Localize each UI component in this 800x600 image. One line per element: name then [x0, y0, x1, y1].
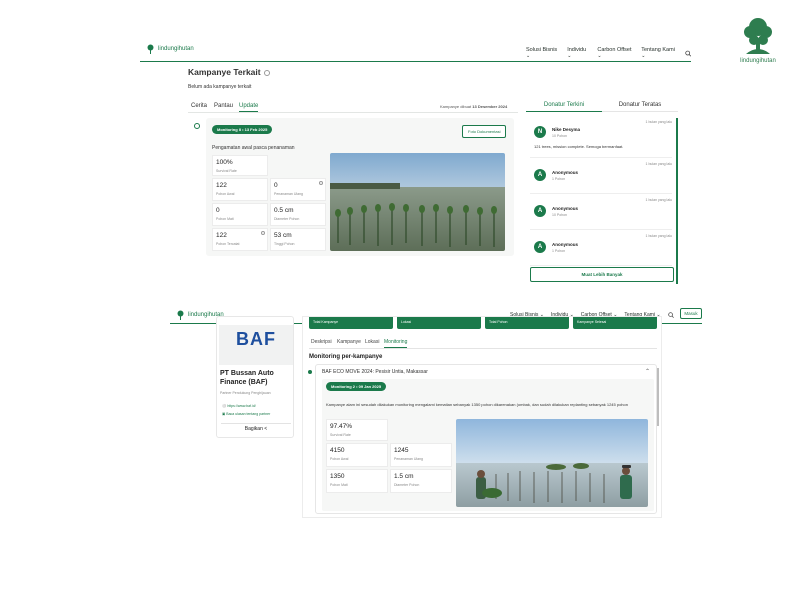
coastal-planting-photo[interactable]: [456, 419, 648, 507]
nav-item-carbon-offset[interactable]: Carbon Offset: [597, 47, 633, 59]
search-icon[interactable]: [667, 312, 674, 318]
stat-chip-lokasi: Lokasi: [397, 317, 481, 329]
share-icon: <: [264, 426, 268, 432]
stat-chip-total-pohon: Total Pohon: [485, 317, 569, 329]
nav-item-solusi-bisnis[interactable]: Solusi Bisnis: [526, 47, 559, 59]
chevron-up-icon[interactable]: ⌃: [645, 368, 650, 375]
tab-update[interactable]: Update: [239, 103, 259, 112]
monitoring-area: Total Kampanye Lokasi Total Pohon Kampan…: [302, 316, 662, 518]
partner-profile-card: BAF PT Bussan Auto Finance (BAF) Partner…: [216, 316, 294, 438]
nav-item-individu[interactable]: Individu: [567, 47, 589, 59]
tab-monitoring[interactable]: Monitoring: [384, 339, 408, 348]
stat-diameter-pohon: 1.5 cm Diameter Pohon: [390, 469, 452, 493]
info-icon[interactable]: [319, 181, 323, 185]
tree-logo-icon: [744, 18, 772, 54]
tab-donatur-terkini[interactable]: Donatur Terkini: [526, 102, 602, 112]
stat-survival-rate: 97.47% Survival Rate: [326, 419, 388, 441]
stat-pohon-tercatat: 122 Pohon Tercatat: [212, 228, 268, 251]
campaign-created-info: Kampanye dibuat 13 Desember 2024: [440, 104, 508, 109]
stat-penanaman-ulang: 0 Penanaman Ulang: [270, 178, 326, 201]
donor-list-item: 1 bulan yang lalu A Anonymous 10 Pohon: [530, 196, 672, 230]
donor-scrollbar[interactable]: [676, 118, 678, 284]
mangrove-photo-illustration: [330, 153, 505, 251]
corner-logo-caption: lindungihutan: [740, 58, 776, 64]
baf-logo: BAF: [219, 325, 293, 365]
stat-diameter-pohon: 0.5 cm Diameter Pohon: [270, 203, 326, 226]
search-icon[interactable]: [685, 50, 691, 57]
monitoring-badge: Monitoring 2 • 09 Jan 2025: [326, 382, 387, 391]
tab-pantau[interactable]: Pantau: [214, 103, 233, 111]
monitoring-title: Monitoring per-kampanye: [309, 354, 383, 360]
avatar: A: [534, 241, 546, 253]
share-button[interactable]: Bagikan <: [217, 426, 295, 432]
stat-chip-total-kampanye: Total Kampanye: [309, 317, 393, 329]
tabs-divider: [188, 112, 518, 113]
campaign-name[interactable]: BAF ECO MOVE 2024: Pesisir Untia, Makass…: [322, 369, 428, 375]
campaign-scrollbar[interactable]: [657, 368, 659, 426]
nav-menu: Solusi Bisnis Individu Carbon Offset Ten…: [526, 47, 691, 59]
update-card: Monitoring II • 13 Feb 2025 Foto Dokumen…: [206, 118, 514, 256]
monitoring-badge: Monitoring II • 13 Feb 2025: [212, 125, 273, 134]
tabs-divider: [309, 348, 657, 349]
timeline-dot: [194, 123, 200, 129]
donor-list-item: 1 bulan yang lalu N Nike Desyma 10 Pohon…: [530, 118, 672, 158]
avatar: A: [534, 205, 546, 217]
avatar: A: [534, 169, 546, 181]
avatar: N: [534, 126, 546, 138]
corner-logo: lindungihutan: [738, 14, 778, 70]
login-button[interactable]: Masuk: [680, 308, 702, 319]
coastal-photo-illustration: [456, 419, 648, 507]
monitoring-description: Kampanye alam ini sesudah dilakukan moni…: [326, 402, 628, 407]
tab-kampanye[interactable]: Kampanye: [337, 339, 361, 347]
update-heading: Pengamatan awal pasca penanaman: [212, 145, 295, 151]
stat-pohon-awal: 4150 Pohon Awal: [326, 443, 388, 467]
donor-list-item: 1 bulan yang lalu A Anonymous 1 Pohon: [530, 232, 672, 266]
brand-logo[interactable]: lindungihutan: [146, 44, 194, 54]
stat-tinggi-pohon: 53 cm Tinggi Pohon: [270, 228, 326, 251]
company-name: PT Bussan Auto Finance (BAF): [220, 370, 274, 386]
donor-list-item: 1 bulan yang lalu A Anonymous 1 Pohon: [530, 160, 672, 194]
empty-campaign-text: Belum ada kampanye terkait: [188, 84, 252, 90]
campaign-created-date: 13 Desember 2024: [472, 104, 508, 109]
company-role: Partner Pendukung Penghijauan: [220, 391, 271, 395]
info-icon[interactable]: [261, 231, 265, 235]
tree-icon: [177, 310, 184, 320]
partner-info-link[interactable]: ▣ Baca ulasan tentang partner: [222, 412, 270, 416]
stat-survival-rate: 100% Survival Rate: [212, 155, 268, 176]
help-icon[interactable]: [263, 69, 270, 76]
stat-pohon-awal: 122 Pohon Awal: [212, 178, 268, 201]
tab-cerita[interactable]: Cerita: [191, 103, 207, 111]
timeline-dot: [308, 370, 312, 374]
tab-donatur-teratas[interactable]: Donatur Teratas: [602, 102, 678, 112]
campaign-accordion: BAF ECO MOVE 2024: Pesisir Untia, Makass…: [315, 364, 657, 514]
stat-pohon-mati: 0 Pohon Mati: [212, 203, 268, 226]
tab-deskripsi[interactable]: Deskripsi: [311, 339, 332, 347]
brand-name: lindungihutan: [158, 46, 194, 52]
stat-penanaman-ulang: 1245 Penanaman Ulang: [390, 443, 452, 467]
mangrove-field-photo[interactable]: [330, 153, 505, 251]
related-campaign-title: Kampanye Terkait: [188, 67, 270, 77]
photo-documentation-button[interactable]: Foto Dokumentasi: [462, 125, 507, 138]
website-link[interactable]: ⚪ https://www.baf.id/: [222, 404, 256, 408]
donor-panel: Donatur Terkini Donatur Teratas 1 bulan …: [524, 100, 680, 288]
stat-chip-kampanye-selesai: Kampanye Selesai: [573, 317, 657, 329]
load-more-button[interactable]: Muat Lebih Banyak: [530, 267, 674, 282]
tree-icon: [147, 44, 154, 54]
monitoring-entry: Monitoring 2 • 09 Jan 2025 Kampanye alam…: [322, 379, 654, 511]
tab-lokasi[interactable]: Lokasi: [365, 339, 379, 347]
nav-item-tentang-kami[interactable]: Tentang Kami: [641, 47, 676, 59]
top-navbar: lindungihutan Solusi Bisnis Individu Car…: [140, 40, 691, 62]
divider: [221, 423, 291, 424]
stat-pohon-mati: 1350 Pohon Mati: [326, 469, 388, 493]
